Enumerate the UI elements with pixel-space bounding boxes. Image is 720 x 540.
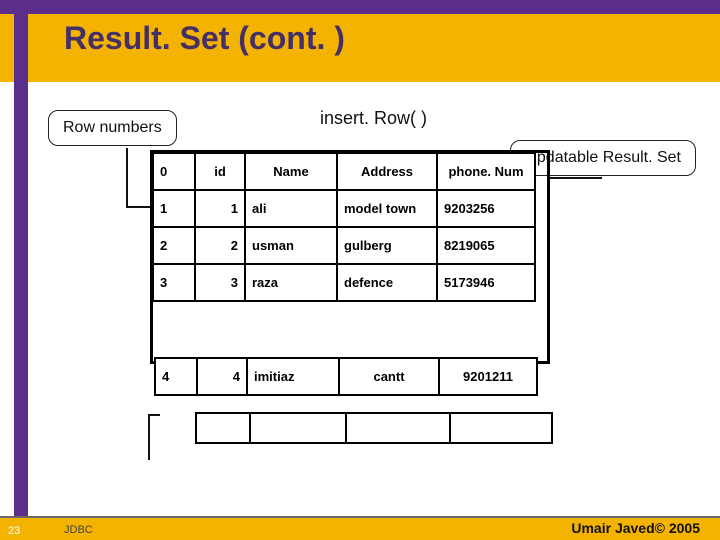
header-phone: phone. Num xyxy=(437,153,535,190)
callout-line xyxy=(126,148,128,206)
cell-phone: 8219065 xyxy=(437,227,535,264)
callout-row-numbers: Row numbers xyxy=(48,110,177,146)
callout-line xyxy=(148,414,160,416)
insert-buffer-row xyxy=(195,412,553,444)
cell-name: raza xyxy=(245,264,337,301)
cell-phone: 5173946 xyxy=(437,264,535,301)
table-row xyxy=(196,413,552,443)
table-row: 2 2 usman gulberg 8219065 xyxy=(153,227,535,264)
table-row: 1 1 ali model town 9203256 xyxy=(153,190,535,227)
table-header-row: 0 id Name Address phone. Num xyxy=(153,153,535,190)
blank-cell xyxy=(450,413,552,443)
cell-address: gulberg xyxy=(337,227,437,264)
footer-text: JDBC xyxy=(64,524,93,536)
cell-phone: 9201211 xyxy=(439,358,537,395)
table-row: 4 4 imitiaz cantt 9201211 xyxy=(155,358,537,395)
cell-rownum: 2 xyxy=(153,227,195,264)
cell-name: imitiaz xyxy=(247,358,339,395)
cell-address: cantt xyxy=(339,358,439,395)
blank-cell xyxy=(196,413,250,443)
callout-line xyxy=(548,177,602,179)
result-set-table: 0 id Name Address phone. Num 1 1 ali mod… xyxy=(152,152,536,302)
header-id: id xyxy=(195,153,245,190)
callout-line xyxy=(148,414,150,460)
header-rownum: 0 xyxy=(153,153,195,190)
header-address: Address xyxy=(337,153,437,190)
cell-id: 1 xyxy=(195,190,245,227)
cell-rownum: 3 xyxy=(153,264,195,301)
cell-id: 2 xyxy=(195,227,245,264)
cell-address: defence xyxy=(337,264,437,301)
page-title: Result. Set (cont. ) xyxy=(64,20,345,57)
slide-number: 23 xyxy=(8,525,20,537)
cell-name: ali xyxy=(245,190,337,227)
left-stripe xyxy=(14,0,28,540)
copyright: Umair Javed© 2005 xyxy=(571,520,700,536)
header-name: Name xyxy=(245,153,337,190)
cell-rownum: 1 xyxy=(153,190,195,227)
cell-phone: 9203256 xyxy=(437,190,535,227)
cell-address: model town xyxy=(337,190,437,227)
inserted-row-table: 4 4 imitiaz cantt 9201211 xyxy=(154,357,538,396)
cell-id: 4 xyxy=(197,358,247,395)
table-row: 3 3 raza defence 5173946 xyxy=(153,264,535,301)
callout-line xyxy=(126,206,152,208)
blank-cell xyxy=(346,413,450,443)
method-label: insert. Row( ) xyxy=(320,108,427,129)
cell-id: 3 xyxy=(195,264,245,301)
cell-rownum: 4 xyxy=(155,358,197,395)
top-stripe xyxy=(0,0,720,14)
cell-name: usman xyxy=(245,227,337,264)
blank-cell xyxy=(250,413,346,443)
